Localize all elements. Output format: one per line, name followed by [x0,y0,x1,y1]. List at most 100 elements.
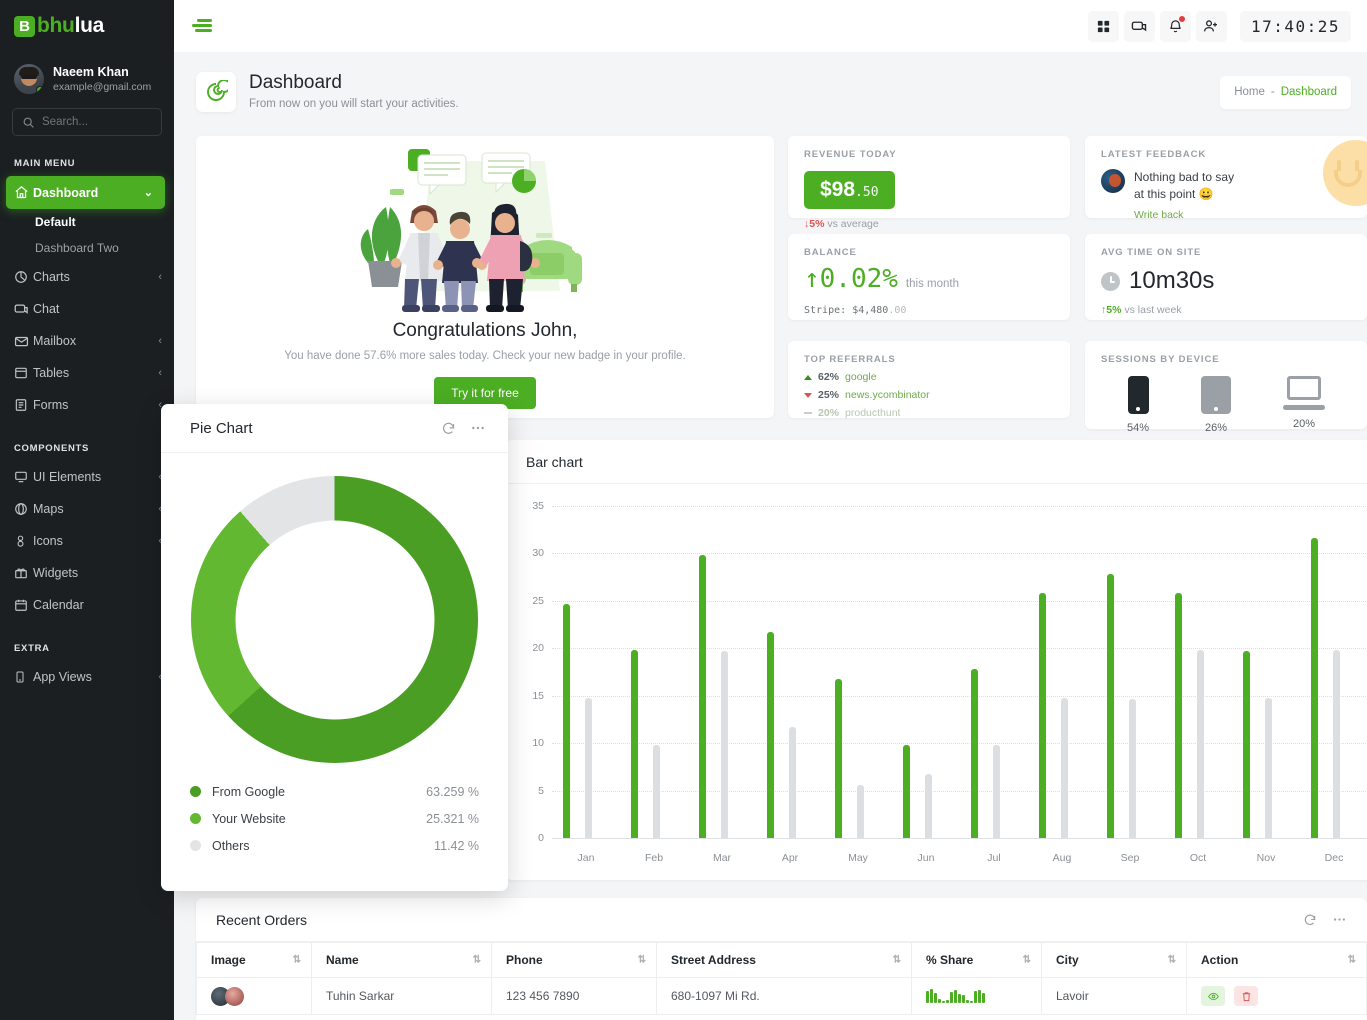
profile-name: Naeem Khan [53,64,129,79]
bar[interactable] [584,697,592,838]
chat-icon-button[interactable] [1123,10,1155,42]
bar[interactable] [924,774,932,838]
notifications-button[interactable] [1159,10,1191,42]
grid-icon-button[interactable] [1087,10,1119,42]
bar[interactable] [1242,651,1250,838]
breadcrumb-separator: - [1270,86,1275,98]
add-user-icon [1204,20,1218,32]
sidebar-item-mailbox[interactable]: Mailbox ‹ [0,325,174,357]
logo-text-white: lua [74,14,105,37]
sparkline-bar [950,992,953,1003]
x-axis-label: Nov [1256,852,1276,864]
add-user-button[interactable] [1195,10,1227,42]
sort-icon: ⇅ [1167,954,1176,966]
sidebar-item-maps[interactable]: Maps ‹ [0,493,174,525]
sparkline-bar [962,995,965,1003]
avg-time-delta-value: ↑5% [1101,304,1122,316]
y-axis-tick: 10 [532,737,544,750]
sidebar-item-chat[interactable]: Chat [0,293,174,325]
sidebar-subitem-default[interactable]: Default [0,209,174,235]
congrats-text: You have done 57.6% more sales today. Ch… [284,350,686,362]
search-input[interactable]: Search... [12,108,162,136]
sidebar-subitem-dashboard-two[interactable]: Dashboard Two [0,235,174,261]
clock-icon [1101,271,1120,291]
sidebar-item-calendar[interactable]: Calendar [0,589,174,621]
sidebar-item-dashboard[interactable]: Dashboard ⌄ [6,176,165,209]
user-profile[interactable]: Naeem Khan example@gmail.com [0,52,174,104]
menu-toggle-button[interactable] [192,19,212,33]
write-back-link[interactable]: Write back [1134,209,1183,218]
delete-button[interactable] [1234,986,1259,1006]
more-icon[interactable] [470,420,486,436]
th-name[interactable]: Name ⇅ [311,942,492,978]
bar[interactable] [1196,650,1204,838]
more-icon[interactable] [1332,912,1347,927]
th-image[interactable]: Image ⇅ [196,942,312,978]
search-icon [23,117,34,128]
bar[interactable] [1128,698,1136,838]
congrats-heading: Congratulations John, [392,320,578,341]
logo[interactable]: B bhulua [0,0,174,52]
tablet-device-icon [1201,376,1231,414]
sidebar-item-tables[interactable]: Tables ‹ [0,357,174,389]
view-button[interactable] [1201,986,1225,1006]
referral-row[interactable]: 20% producthunt [804,407,1054,419]
bar[interactable] [1174,593,1182,838]
sidebar-item-forms[interactable]: Forms ‹ [0,389,174,421]
bar[interactable] [788,727,796,838]
th-city[interactable]: City ⇅ [1041,942,1187,978]
legend-item: Others 11.42 % [190,832,479,859]
logo-text: bhulua [37,14,104,38]
th-action[interactable]: Action ⇅ [1186,942,1367,978]
bar[interactable] [856,784,864,838]
stripe-cents: .00 [888,305,907,316]
bar[interactable] [1264,697,1272,838]
bar[interactable] [766,632,774,838]
bar[interactable] [1060,697,1068,838]
bar[interactable] [630,650,638,838]
sidebar-item-widgets[interactable]: Widgets [0,557,174,589]
th-phone[interactable]: Phone ⇅ [491,942,657,978]
bar[interactable] [992,745,1000,838]
sidebar-item-icons[interactable]: Icons ‹ [0,525,174,557]
refresh-icon[interactable] [1303,913,1317,927]
bar-group: Aug [1028,484,1096,880]
referral-row[interactable]: 25% news.ycombinator [804,389,1054,401]
bar[interactable] [1310,538,1318,838]
sidebar-subitem-label: Default [35,215,76,229]
bar[interactable] [970,669,978,838]
bar[interactable] [902,745,910,838]
bar[interactable] [834,678,842,838]
x-axis-label: Apr [781,852,799,864]
topbar-actions: 17:40:25 [1087,10,1351,42]
sidebar-item-ui-elements[interactable]: UI Elements ‹ [0,461,174,493]
y-axis-tick: 30 [532,547,544,560]
referral-row[interactable]: 62% google [804,371,1054,383]
refresh-icon[interactable] [441,421,456,436]
device-pct: 54% [1126,422,1150,434]
cell-action [1186,977,1367,1015]
sidebar-item-app-views[interactable]: App Views ‹ [0,661,174,693]
trend-up-icon [804,374,812,380]
th-share[interactable]: % Share ⇅ [911,942,1042,978]
orders-title: Recent Orders [216,911,308,928]
sidebar-item-charts[interactable]: Charts ‹ [0,261,174,293]
revenue-today-card: REVENUE TODAY $98.50 ↓5% vs average [788,136,1070,230]
bar[interactable] [720,651,728,838]
bar[interactable] [562,603,570,838]
revenue-amount-major: $98 [820,178,856,201]
icons-icon [14,534,33,548]
breadcrumb-home[interactable]: Home [1234,86,1265,98]
bar[interactable] [1038,593,1046,838]
bar[interactable] [698,555,706,838]
th-street-address[interactable]: Street Address ⇅ [656,942,912,978]
bar[interactable] [1106,574,1114,838]
table-row[interactable]: Tuhin Sarkar 123 456 7890 680-1097 Mi Rd… [196,977,1367,1015]
clock-display: 17:40:25 [1239,10,1351,42]
bar[interactable] [652,745,660,838]
bar[interactable] [1332,650,1340,838]
trend-flat-icon [804,412,812,414]
top-referrals-card: TOP REFERRALS 62% google 25% news.ycombi… [788,341,1070,419]
revenue-delta: ↓5% vs average [804,218,1054,230]
chat-icon [14,302,33,317]
